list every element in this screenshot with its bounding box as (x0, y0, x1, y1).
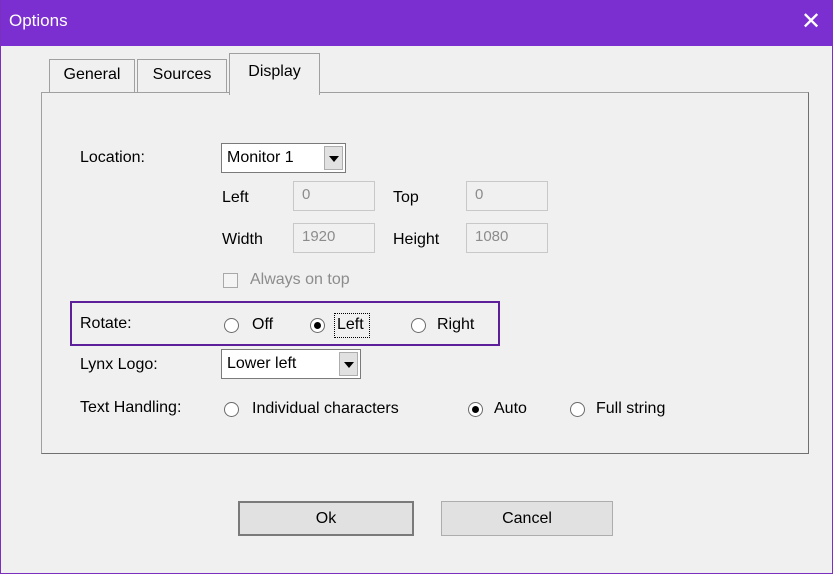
rotate-left-radio[interactable] (310, 318, 325, 333)
rotate-left-label[interactable]: Left (337, 316, 364, 334)
lynx-logo-label: Lynx Logo: (80, 356, 158, 373)
text-handling-label: Text Handling: (80, 399, 182, 416)
lynx-logo-value: Lower left (227, 355, 297, 372)
tab-display[interactable]: Display (229, 53, 320, 95)
chevron-down-icon[interactable] (324, 146, 343, 170)
text-auto-label[interactable]: Auto (494, 400, 527, 418)
text-individual-radio[interactable] (224, 402, 239, 417)
location-label: Location: (80, 149, 145, 166)
location-value: Monitor 1 (227, 149, 294, 166)
location-dropdown[interactable]: Monitor 1 (221, 143, 346, 173)
text-auto-radio[interactable] (468, 402, 483, 417)
width-field[interactable]: 1920 (293, 223, 375, 253)
text-individual-label[interactable]: Individual characters (252, 400, 399, 418)
rotate-highlight (70, 301, 500, 346)
lynx-logo-dropdown[interactable]: Lower left (221, 349, 361, 379)
window-title: Options (9, 11, 68, 30)
ok-button[interactable]: Ok (238, 501, 414, 536)
rotate-right-label[interactable]: Right (437, 316, 474, 334)
close-icon[interactable]: ✕ (788, 0, 833, 46)
text-full-string-radio[interactable] (570, 402, 585, 417)
options-dialog: Options ✕ General Sources Display Locati… (0, 0, 833, 574)
height-field[interactable]: 1080 (466, 223, 548, 253)
top-field[interactable]: 0 (466, 181, 548, 211)
always-on-top-label: Always on top (250, 271, 350, 288)
cancel-button[interactable]: Cancel (441, 501, 613, 536)
rotate-off-label[interactable]: Off (252, 316, 273, 334)
tab-general[interactable]: General (49, 59, 135, 93)
title-bar[interactable]: Options ✕ (1, 0, 833, 46)
width-label: Width (222, 231, 263, 248)
text-full-string-label[interactable]: Full string (596, 400, 665, 418)
left-field[interactable]: 0 (293, 181, 375, 211)
top-label: Top (393, 189, 419, 206)
height-label: Height (393, 231, 440, 248)
rotate-right-radio[interactable] (411, 318, 426, 333)
left-label: Left (222, 189, 249, 206)
chevron-down-icon[interactable] (339, 352, 358, 376)
rotate-label: Rotate: (80, 315, 132, 332)
tab-sources[interactable]: Sources (137, 59, 227, 93)
rotate-off-radio[interactable] (224, 318, 239, 333)
always-on-top-checkbox[interactable] (223, 273, 238, 288)
